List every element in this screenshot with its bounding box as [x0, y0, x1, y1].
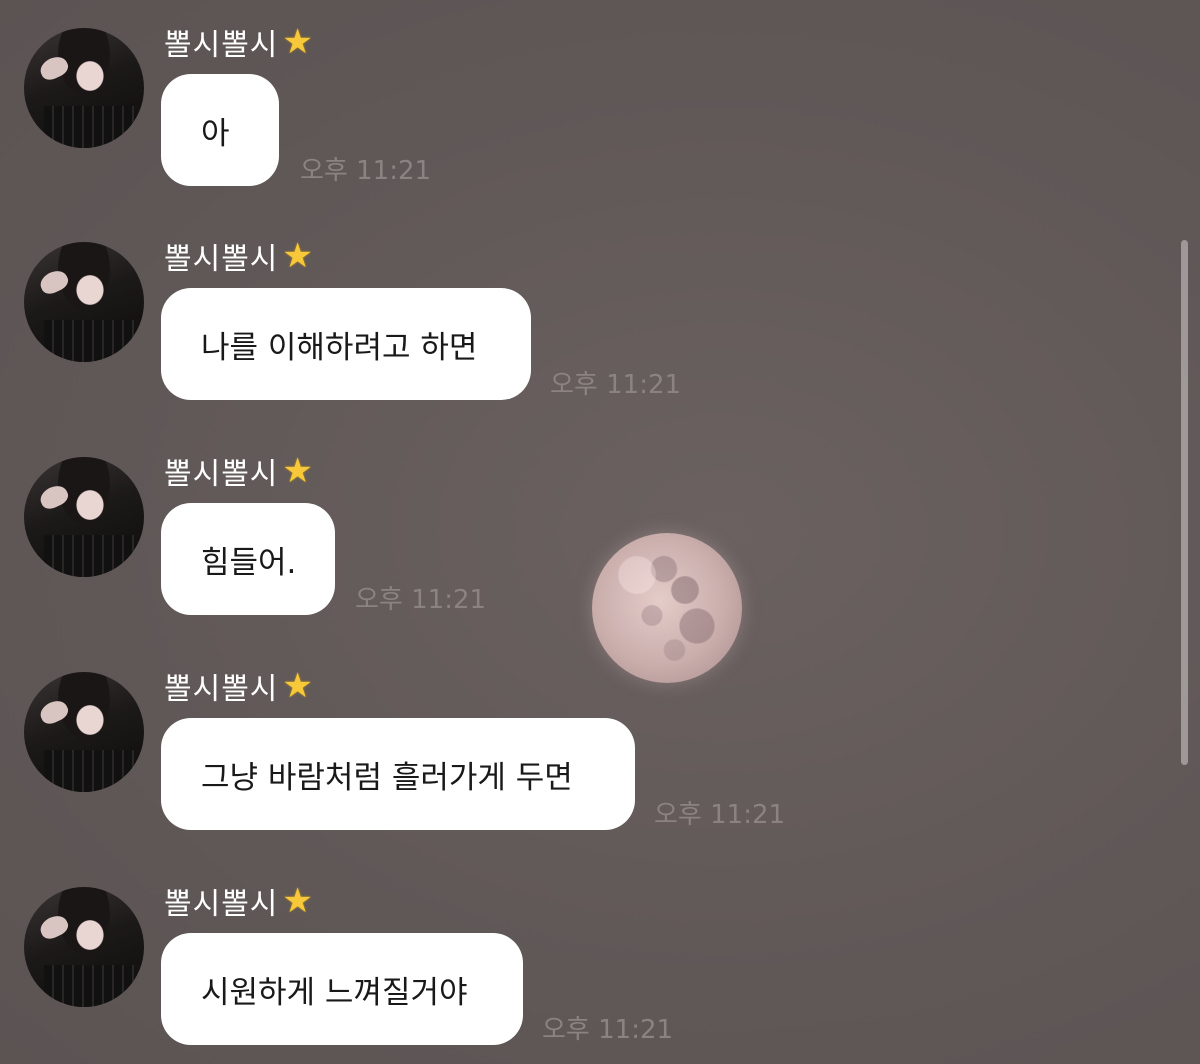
- message-timestamp: 오후 11:21: [300, 156, 432, 186]
- sender-name: 뽈시뽈시 ★: [164, 234, 314, 278]
- sender-name-text: 뽈시뽈시: [164, 672, 279, 707]
- star-icon: ★: [282, 881, 314, 921]
- avatar[interactable]: [24, 242, 144, 362]
- avatar[interactable]: [24, 28, 144, 148]
- message-text: 나를 이해하려고 하면: [201, 329, 478, 366]
- message-bubble[interactable]: 힘들어.: [161, 503, 335, 615]
- message-timestamp: 오후 11:21: [355, 585, 487, 615]
- message-bubble[interactable]: 아: [161, 74, 279, 186]
- sender-name-text: 뽈시뽈시: [164, 887, 279, 922]
- chat-room[interactable]: 뽈시뽈시 ★ 아 오후 11:21 뽈시뽈시 ★ 나를 이해하려고 하면 오후 …: [0, 0, 1200, 1064]
- message-text: 그냥 바람처럼 흘러가게 두면: [201, 759, 573, 796]
- sender-name-text: 뽈시뽈시: [164, 242, 279, 277]
- sender-name: 뽈시뽈시 ★: [164, 664, 314, 708]
- sender-name: 뽈시뽈시 ★: [164, 449, 314, 493]
- message-item: 뽈시뽈시 ★ 그냥 바람처럼 흘러가게 두면 오후 11:21: [0, 644, 1170, 844]
- message-bubble[interactable]: 그냥 바람처럼 흘러가게 두면: [161, 718, 635, 830]
- sender-name: 뽈시뽈시 ★: [164, 879, 314, 923]
- message-text: 아: [201, 115, 230, 152]
- scrollbar[interactable]: [1181, 240, 1188, 765]
- message-timestamp: 오후 11:21: [542, 1015, 674, 1045]
- star-icon: ★: [282, 451, 314, 491]
- message-text: 힘들어.: [201, 544, 297, 581]
- star-icon: ★: [282, 22, 314, 62]
- message-item: 뽈시뽈시 ★ 나를 이해하려고 하면 오후 11:21: [0, 214, 1170, 414]
- message-item: 뽈시뽈시 ★ 시원하게 느껴질거야 오후 11:21: [0, 859, 1170, 1059]
- avatar[interactable]: [24, 672, 144, 792]
- message-item: 뽈시뽈시 ★ 힘들어. 오후 11:21: [0, 429, 1170, 629]
- sender-name-text: 뽈시뽈시: [164, 457, 279, 492]
- avatar[interactable]: [24, 457, 144, 577]
- sender-name: 뽈시뽈시 ★: [164, 20, 314, 64]
- message-bubble[interactable]: 나를 이해하려고 하면: [161, 288, 531, 400]
- star-icon: ★: [282, 666, 314, 706]
- avatar[interactable]: [24, 887, 144, 1007]
- star-icon: ★: [282, 236, 314, 276]
- message-text: 시원하게 느껴질거야: [201, 974, 468, 1011]
- message-timestamp: 오후 11:21: [550, 370, 682, 400]
- message-item: 뽈시뽈시 ★ 아 오후 11:21: [0, 0, 1170, 200]
- message-bubble[interactable]: 시원하게 느껴질거야: [161, 933, 523, 1045]
- message-timestamp: 오후 11:21: [654, 800, 786, 830]
- sender-name-text: 뽈시뽈시: [164, 28, 279, 63]
